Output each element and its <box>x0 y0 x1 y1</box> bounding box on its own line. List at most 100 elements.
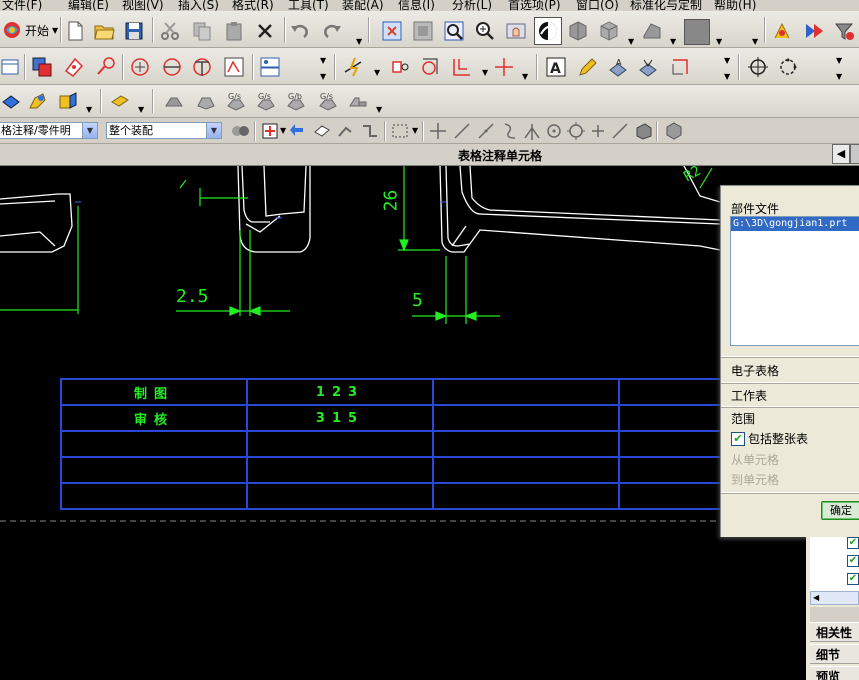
menu-window[interactable]: 窗口(O) <box>576 0 619 11</box>
start-button[interactable]: 开始 ▼ <box>2 18 58 42</box>
view-label-icon[interactable] <box>190 55 214 79</box>
undo-icon[interactable] <box>288 19 312 43</box>
copy-icon[interactable] <box>190 19 214 43</box>
break-line-icon[interactable] <box>668 55 692 79</box>
checkmark-icon[interactable]: ✔ <box>847 573 859 585</box>
table-cell[interactable] <box>60 456 248 484</box>
menu-format[interactable]: 格式(R) <box>232 0 274 11</box>
chevron-down-icon[interactable]: ▼ <box>206 123 221 138</box>
new-file-icon[interactable] <box>63 19 87 43</box>
fit-view-icon[interactable] <box>380 19 404 43</box>
menu-file[interactable]: 文件(F) <box>2 0 42 11</box>
preview-section[interactable]: 预览 <box>810 666 859 680</box>
chevron-down-icon[interactable]: ▼ <box>376 105 382 114</box>
chevron-down-icon[interactable]: ▼ <box>320 72 326 81</box>
type-filter-dropdown[interactable]: 格注释/零件明 ▼ <box>0 122 98 139</box>
surface-icon[interactable] <box>162 89 186 113</box>
menu-insert[interactable]: 插入(S) <box>178 0 219 11</box>
background-color-icon[interactable] <box>684 19 710 45</box>
include-sheet-checkbox[interactable]: ✔ 包括整张表 <box>731 430 808 447</box>
table-cell[interactable] <box>432 456 620 484</box>
chevron-down-icon[interactable]: ▼ <box>356 37 362 46</box>
weld-symbol-icon[interactable] <box>418 55 442 79</box>
boss-icon[interactable]: G/s <box>224 89 248 113</box>
arc-center-icon[interactable] <box>542 119 566 143</box>
menu-standardization[interactable]: 标准化与定制 <box>630 0 702 11</box>
chevron-down-icon[interactable]: ▼ <box>724 72 730 81</box>
wireframe-icon[interactable] <box>597 19 621 43</box>
point-icon[interactable] <box>586 119 610 143</box>
menu-assembly[interactable]: 装配(A) <box>342 0 384 11</box>
break-view-icon[interactable] <box>160 55 184 79</box>
annotation-icon[interactable] <box>388 55 412 79</box>
menu-info[interactable]: 信息(I) <box>398 0 435 11</box>
move-icon[interactable] <box>426 119 450 143</box>
chevron-down-icon[interactable]: ▼ <box>716 37 722 46</box>
chevron-down-icon[interactable]: ▼ <box>628 37 634 46</box>
surface-finish-icon[interactable] <box>636 55 660 79</box>
chevron-down-icon[interactable]: ▼ <box>374 68 380 77</box>
line-endpoint-icon[interactable] <box>474 119 498 143</box>
chevron-down-icon[interactable]: ▼ <box>482 68 488 77</box>
table-cell[interactable] <box>432 482 620 510</box>
chevron-down-icon[interactable]: ▼ <box>670 37 676 46</box>
dimension-icon[interactable] <box>222 55 246 79</box>
groove-icon[interactable]: G/s <box>316 89 340 113</box>
quadrant-icon[interactable] <box>564 119 588 143</box>
play-icon[interactable] <box>802 19 826 43</box>
chevron-down-icon[interactable]: ▼ <box>836 56 842 65</box>
drawing-sheet-icon[interactable] <box>0 55 24 79</box>
pocket-icon[interactable]: G/s <box>254 89 278 113</box>
table-cell[interactable]: 315 <box>246 404 434 432</box>
shaded-icon[interactable] <box>566 19 590 43</box>
snap-point-icon[interactable] <box>258 119 282 143</box>
slot-icon[interactable]: G/b <box>284 89 308 113</box>
datum-icon[interactable] <box>342 55 366 79</box>
menu-analysis[interactable]: 分析(L) <box>452 0 492 11</box>
chevron-down-icon[interactable]: ▼ <box>138 105 144 114</box>
pan-icon[interactable] <box>504 19 528 43</box>
menu-help[interactable]: 帮助(H) <box>714 0 756 11</box>
checkmark-icon[interactable]: ✔ <box>847 555 859 567</box>
details-section[interactable]: 细节 <box>810 644 859 664</box>
assembly-icon[interactable] <box>0 89 24 113</box>
table-cell[interactable]: 123 <box>246 378 434 406</box>
chevron-down-icon[interactable]: ▼ <box>522 72 528 81</box>
related-section[interactable]: 相关性 <box>810 622 859 642</box>
scope-dropdown[interactable]: 整个装配 ▼ <box>106 122 222 139</box>
part-file-item[interactable]: G:\3D\gongjian1.prt <box>731 217 859 231</box>
component-icon[interactable] <box>26 89 50 113</box>
table-cell[interactable] <box>432 430 620 458</box>
intersection-icon[interactable] <box>520 119 544 143</box>
delete-icon[interactable] <box>253 19 277 43</box>
select-box-icon[interactable] <box>388 119 412 143</box>
open-folder-icon[interactable] <box>92 19 116 43</box>
table-cell[interactable]: 制图 <box>60 378 248 406</box>
pencil-icon[interactable] <box>576 55 600 79</box>
body-select-icon[interactable] <box>662 119 686 143</box>
arrow-left-icon[interactable] <box>286 119 310 143</box>
chevron-down-icon[interactable]: ▼ <box>836 72 842 81</box>
ok-button[interactable]: 确定 <box>821 501 859 520</box>
trim-icon[interactable] <box>358 119 382 143</box>
chevron-down-icon[interactable]: ▼ <box>724 56 730 65</box>
line-icon[interactable] <box>450 119 474 143</box>
text-icon[interactable]: A <box>544 55 568 79</box>
cut-icon[interactable] <box>158 19 182 43</box>
checkmark-icon[interactable]: ✔ <box>847 537 859 549</box>
menu-tools[interactable]: 工具(T) <box>288 0 329 11</box>
list-item[interactable]: ✔ <box>810 555 859 575</box>
curve-icon[interactable] <box>498 119 522 143</box>
extend-icon[interactable] <box>334 119 358 143</box>
display-mode-icon[interactable] <box>640 19 664 43</box>
assembly-filter-icon[interactable] <box>228 119 252 143</box>
feature-control-icon[interactable] <box>258 55 282 79</box>
zoom-in-out-icon[interactable] <box>473 19 497 43</box>
checkmark-icon[interactable]: ✔ <box>731 431 745 446</box>
eraser-select-icon[interactable] <box>310 119 334 143</box>
menu-preferences[interactable]: 首选项(P) <box>508 0 561 11</box>
side-nav-button[interactable] <box>850 144 859 164</box>
chevron-down-icon[interactable]: ▼ <box>412 126 418 135</box>
face-select-icon[interactable] <box>632 119 656 143</box>
menu-edit[interactable]: 编辑(E) <box>68 0 109 11</box>
